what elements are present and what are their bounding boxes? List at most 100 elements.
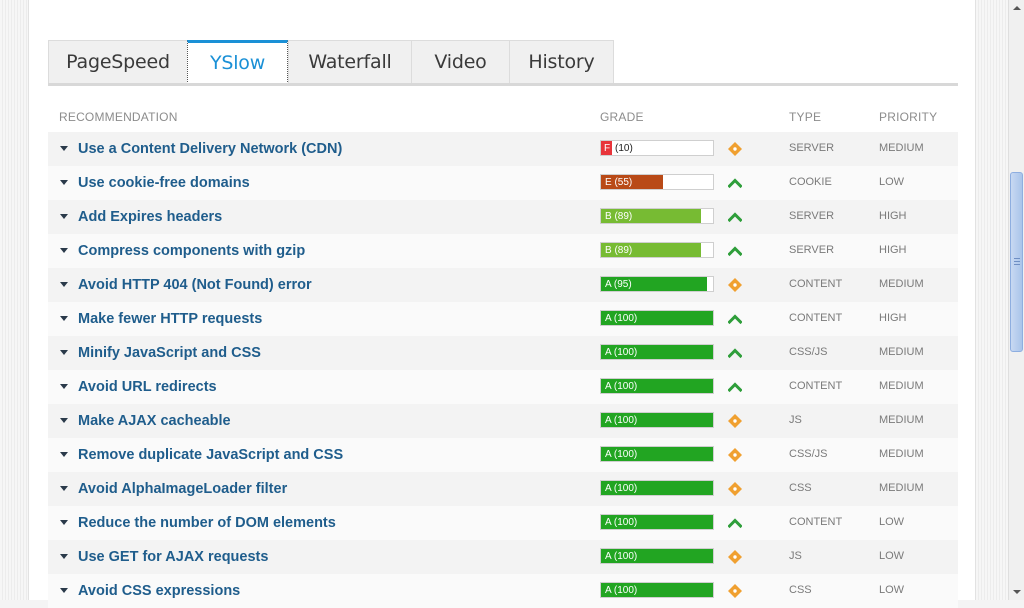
table-row[interactable]: Avoid CSS expressions A (100) CSS LOW: [48, 574, 958, 608]
priority-cell: MEDIUM: [879, 142, 924, 154]
recommendation-link[interactable]: Avoid CSS expressions: [78, 574, 240, 608]
type-cell: CONTENT: [789, 380, 843, 392]
grip-line: [1014, 261, 1020, 262]
column-header-grade[interactable]: GRADE: [600, 110, 644, 124]
expand-caret-icon[interactable]: [60, 452, 68, 457]
expand-caret-icon[interactable]: [60, 146, 68, 151]
expand-caret-icon[interactable]: [60, 214, 68, 219]
table-row[interactable]: Use a Content Delivery Network (CDN) (10)…: [48, 132, 958, 166]
recommendation-link[interactable]: Use GET for AJAX requests: [78, 540, 268, 574]
table-row[interactable]: Use GET for AJAX requests A (100) JS LOW: [48, 540, 958, 574]
grade-label: A (100): [605, 585, 638, 596]
tab-yslow[interactable]: YSlow: [187, 40, 288, 84]
tab-video[interactable]: Video: [411, 40, 509, 84]
expand-caret-icon[interactable]: [60, 520, 68, 525]
expand-caret-icon[interactable]: [60, 180, 68, 185]
grade-label: E (55): [605, 177, 633, 188]
scroll-down-arrow-icon: [1012, 590, 1021, 594]
grade-label: A (100): [605, 313, 638, 324]
table-row[interactable]: Avoid AlphaImageLoader filter A (100) CSS M…: [48, 472, 958, 506]
table-row[interactable]: Add Expires headers B (89) SERVER HIGH: [48, 200, 958, 234]
priority-cell: MEDIUM: [879, 448, 924, 460]
table-row[interactable]: Reduce the number of DOM elements A (100)…: [48, 506, 958, 540]
recommendation-link[interactable]: Add Expires headers: [78, 200, 222, 234]
column-header-priority[interactable]: PRIORITY: [879, 110, 937, 124]
recommendation-link[interactable]: Make fewer HTTP requests: [78, 302, 262, 336]
table-row[interactable]: Avoid HTTP 404 (Not Found) error A (95) CO…: [48, 268, 958, 302]
expand-caret-icon[interactable]: [60, 350, 68, 355]
expand-caret-icon[interactable]: [60, 588, 68, 593]
vertical-scrollbar[interactable]: [1008, 0, 1024, 600]
priority-cell: MEDIUM: [879, 278, 924, 290]
recommendation-link[interactable]: Compress components with gzip: [78, 234, 305, 268]
grade-label: A (100): [605, 551, 638, 562]
type-cell: JS: [789, 414, 802, 426]
type-cell: SERVER: [789, 142, 835, 154]
recommendation-link[interactable]: Use cookie-free domains: [78, 166, 250, 200]
scroll-up-button[interactable]: [1009, 0, 1024, 16]
recommendation-link[interactable]: Reduce the number of DOM elements: [78, 506, 336, 540]
grade-label: A (95): [605, 279, 632, 290]
recommendation-link[interactable]: Avoid HTTP 404 (Not Found) error: [78, 268, 312, 302]
recommendations-table: Use a Content Delivery Network (CDN) (10)…: [48, 132, 958, 608]
tab-pagespeed[interactable]: PageSpeed: [48, 40, 187, 84]
priority-cell: MEDIUM: [879, 346, 924, 358]
recommendation-link[interactable]: Make AJAX cacheable: [78, 404, 231, 438]
grade-letter: F: [604, 143, 611, 154]
grade-bar: A (100): [600, 378, 714, 394]
grade-bar: A (100): [600, 548, 714, 564]
scroll-down-button[interactable]: [1009, 584, 1024, 600]
table-row[interactable]: Compress components with gzip B (89) SERVE…: [48, 234, 958, 268]
up-chevron-icon: [727, 346, 743, 360]
scroll-up-arrow-icon: [1012, 6, 1021, 10]
table-row[interactable]: Use cookie-free domains E (55) COOKIE LOW: [48, 166, 958, 200]
type-cell: CSS/JS: [789, 346, 828, 358]
diamond-icon: [728, 550, 742, 564]
expand-caret-icon[interactable]: [60, 248, 68, 253]
grade-bar: (10) F: [600, 140, 714, 156]
grade-label: A (100): [605, 381, 638, 392]
table-row[interactable]: Avoid URL redirects A (100) CONTENT MEDIUM: [48, 370, 958, 404]
up-chevron-icon: [727, 210, 743, 224]
tab-history[interactable]: History: [509, 40, 614, 84]
expand-caret-icon[interactable]: [60, 384, 68, 389]
diamond-icon: [728, 584, 742, 598]
page-background-left: [0, 0, 28, 600]
recommendation-link[interactable]: Avoid AlphaImageLoader filter: [78, 472, 287, 506]
scrollbar-thumb[interactable]: [1010, 172, 1023, 352]
grade-bar: A (100): [600, 344, 714, 360]
type-cell: SERVER: [789, 210, 835, 222]
up-chevron-icon: [727, 516, 743, 530]
table-row[interactable]: Remove duplicate JavaScript and CSS A (10…: [48, 438, 958, 472]
grade-bar: A (100): [600, 582, 714, 598]
recommendation-link[interactable]: Avoid URL redirects: [78, 370, 217, 404]
type-cell: CSS: [789, 584, 812, 596]
grade-bar: B (89): [600, 242, 714, 258]
priority-cell: LOW: [879, 176, 905, 188]
type-cell: CSS/JS: [789, 448, 828, 460]
column-header-type[interactable]: TYPE: [789, 110, 821, 124]
recommendation-link[interactable]: Use a Content Delivery Network (CDN): [78, 132, 342, 166]
grade-bar: A (100): [600, 412, 714, 428]
tab-waterfall[interactable]: Waterfall: [288, 40, 411, 84]
expand-caret-icon[interactable]: [60, 486, 68, 491]
grade-bar: A (100): [600, 310, 714, 326]
table-row[interactable]: Make fewer HTTP requests A (100) CONTENT HI…: [48, 302, 958, 336]
expand-caret-icon[interactable]: [60, 316, 68, 321]
priority-cell: MEDIUM: [879, 380, 924, 392]
type-cell: CONTENT: [789, 312, 843, 324]
expand-caret-icon[interactable]: [60, 282, 68, 287]
table-row[interactable]: Minify JavaScript and CSS A (100) CSS/JS ME…: [48, 336, 958, 370]
diamond-icon: [728, 448, 742, 462]
expand-caret-icon[interactable]: [60, 554, 68, 559]
grip-line: [1014, 258, 1020, 259]
column-header-recommendation[interactable]: RECOMMENDATION: [59, 110, 178, 124]
priority-cell: MEDIUM: [879, 414, 924, 426]
table-row[interactable]: Make AJAX cacheable A (100) JS MEDIUM: [48, 404, 958, 438]
page-background-right: [976, 0, 1008, 600]
recommendation-link[interactable]: Remove duplicate JavaScript and CSS: [78, 438, 343, 472]
expand-caret-icon[interactable]: [60, 418, 68, 423]
recommendation-link[interactable]: Minify JavaScript and CSS: [78, 336, 261, 370]
grade-bar: A (100): [600, 514, 714, 530]
grade-bar: E (55): [600, 174, 714, 190]
